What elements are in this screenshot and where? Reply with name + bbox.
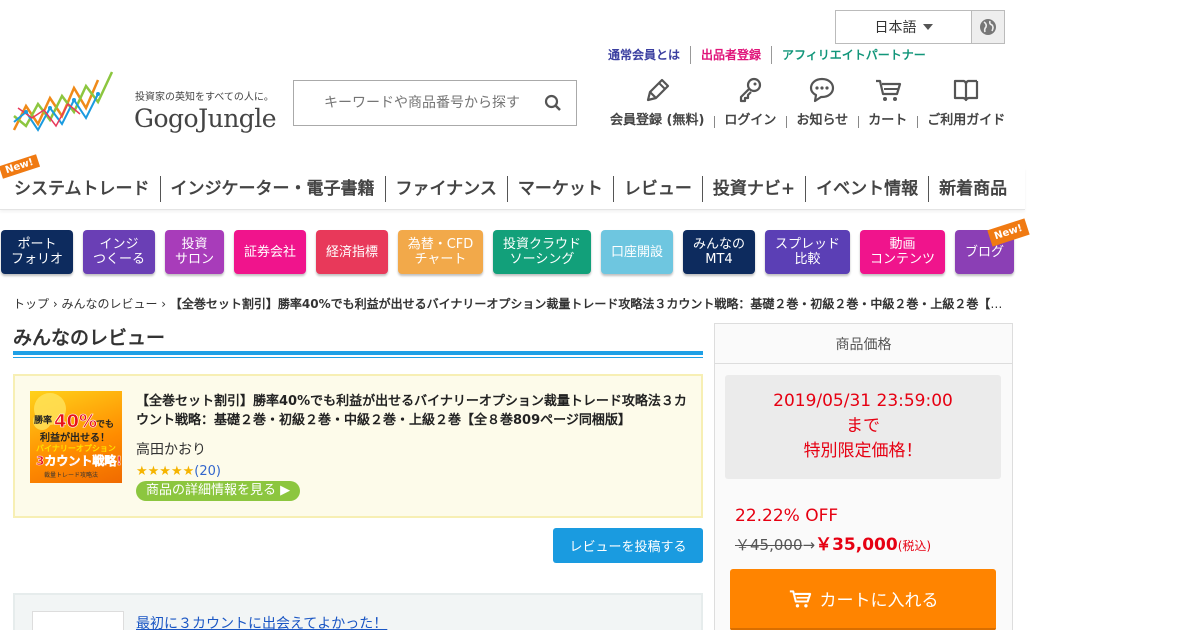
price-line: ￥45,000→￥35,000(税込): [735, 530, 931, 555]
globe-icon[interactable]: [972, 11, 1004, 43]
product-card: 勝率 40% でも 利益が出せる！ バイナリーオプション 3カウント戦略! 裁量…: [13, 374, 703, 518]
cat-open-account[interactable]: 口座開設: [601, 230, 673, 274]
cat-securities[interactable]: 証券会社: [234, 230, 306, 274]
blog-new-badge: New!: [987, 218, 1030, 247]
svg-text:でも: でも: [96, 419, 114, 430]
breadcrumb-reviews[interactable]: みんなのレビュー: [61, 297, 157, 311]
svg-text:勝率: 勝率: [34, 414, 52, 426]
discount-rate: 22.22% OFF: [735, 506, 839, 526]
breadcrumb-top[interactable]: トップ: [13, 297, 49, 311]
nav-finance[interactable]: ファイナンス: [384, 175, 507, 202]
price-arrow: →: [802, 536, 816, 554]
svg-text:3カウント戦略!: 3カウント戦略!: [36, 453, 122, 468]
language-label: 日本語: [874, 20, 917, 36]
rating-stars: ★★★★★: [136, 464, 195, 479]
search-box: [293, 80, 577, 126]
cat-fx-cfd-chart[interactable]: 為替・CFD チャート: [398, 230, 483, 274]
new-price: ￥35,000: [815, 535, 898, 555]
tax-note: (税込): [897, 539, 932, 553]
pencil-icon: [647, 78, 670, 102]
product-thumbnail[interactable]: 勝率 40% でも 利益が出せる！ バイナリーオプション 3カウント戦略! 裁量…: [30, 391, 122, 483]
language-selector[interactable]: 日本語: [835, 10, 1005, 44]
caret-down-icon: [922, 24, 933, 30]
breadcrumb-current: 【全巻セット割引】勝率40%でも利益が出せるバイナリーオプション裁量トレード攻略…: [169, 297, 1013, 311]
search-input[interactable]: [294, 82, 534, 124]
product-details-button[interactable]: 商品の詳細情報を見る ▶: [136, 481, 301, 501]
cat-indi-tool[interactable]: インジ つくーる: [83, 230, 155, 274]
cat-crowdsourcing[interactable]: 投資クラウド ソーシング: [493, 230, 591, 274]
notifications-link[interactable]: お知らせ: [786, 76, 858, 130]
nav-system-trade[interactable]: システムトレード: [0, 176, 160, 202]
page-title: みんなのレビュー: [13, 323, 703, 358]
nav-indicator-ebook[interactable]: インジケーター・電子書籍: [159, 175, 385, 202]
svg-text:40%: 40%: [54, 411, 97, 432]
product-author[interactable]: 高田かおり: [136, 439, 206, 459]
guide-label: ご利用ガイド: [927, 113, 1006, 128]
product-details-label: 商品の詳細情報を見る: [146, 483, 277, 498]
cat-blog[interactable]: ブログ New!: [955, 218, 1030, 274]
nav-invest-navi[interactable]: 投資ナビ+: [701, 175, 805, 202]
breadcrumb: トップ › みんなのレビュー › 【全巻セット割引】勝率40%でも利益が出せるバ…: [13, 295, 1013, 312]
nav-new-products[interactable]: 新着商品: [928, 175, 1017, 202]
utility-nav: 会員登録 (無料) ログイン お知らせ カート ご利用ガイド: [600, 76, 1015, 130]
cart-icon: [875, 79, 901, 101]
review-title[interactable]: 最初に３カウントに出会えてよかった！: [136, 613, 387, 630]
review-count[interactable]: (20): [194, 464, 221, 479]
nav-review[interactable]: レビュー: [612, 175, 702, 202]
key-icon: [740, 77, 762, 103]
svg-text:裁量トレード攻略法: 裁量トレード攻略法: [44, 471, 98, 479]
link-affiliate-partner[interactable]: アフィリエイトパートナー: [771, 46, 936, 64]
add-to-cart-label: カートに入れる: [819, 591, 939, 611]
login-label: ログイン: [724, 113, 777, 128]
review-card: 最初に３カウントに出会えてよかった！: [13, 593, 703, 630]
top-links: 通常会員とは 出品者登録 アフィリエイトパートナー: [600, 46, 936, 64]
site-logo[interactable]: 投資家の英知をすべての人に。 GogoJungle: [12, 68, 277, 138]
cart-icon: [789, 589, 811, 607]
price-box: 商品価格 2019/05/31 23:59:00 まで 特別限定価格！ 22.2…: [714, 323, 1013, 630]
deadline-notice: 2019/05/31 23:59:00 まで 特別限定価格！: [725, 375, 1001, 479]
price-heading: 商品価格: [715, 324, 1012, 364]
nav-events[interactable]: イベント情報: [805, 175, 928, 202]
add-to-cart-button[interactable]: カートに入れる: [730, 569, 996, 630]
notifications-label: お知らせ: [796, 113, 849, 128]
cat-economic-indicators[interactable]: 経済指標: [316, 230, 388, 274]
old-price: ￥45,000: [735, 536, 803, 554]
register-label: 会員登録 (無料): [610, 113, 705, 128]
cat-invest-salon[interactable]: 投資 サロン: [165, 230, 224, 274]
cat-minna-mt4[interactable]: みんなの MT4: [683, 230, 755, 274]
reviewer-avatar: [32, 611, 124, 630]
triangle-right-icon: ▶: [280, 483, 291, 498]
link-seller-register[interactable]: 出品者登録: [690, 46, 771, 64]
product-rating: ★★★★★(20): [136, 464, 221, 479]
svg-text:利益が出せる！: 利益が出せる！: [40, 431, 110, 444]
search-icon[interactable]: [544, 94, 562, 116]
cat-portfolio[interactable]: ポート フォリオ: [1, 230, 73, 274]
login-link[interactable]: ログイン: [714, 76, 786, 130]
language-dropdown[interactable]: 日本語: [836, 11, 972, 43]
logo-tagline: 投資家の英知をすべての人に。: [135, 92, 274, 103]
cart-label: カート: [868, 113, 908, 128]
link-regular-member[interactable]: 通常会員とは: [600, 46, 690, 64]
svg-text:バイナリーオプション: バイナリーオプション: [36, 443, 116, 453]
cat-blog-label: ブログ: [964, 244, 1004, 260]
post-review-button[interactable]: レビューを投稿する: [553, 528, 703, 563]
category-buttons: ポート フォリオ インジ つくーる 投資 サロン 証券会社 経済指標 為替・CF…: [1, 218, 1030, 274]
register-link[interactable]: 会員登録 (無料): [600, 76, 714, 130]
cart-link[interactable]: カート: [858, 76, 917, 130]
logo-name: GogoJungle: [134, 104, 277, 133]
cat-video-content[interactable]: 動画 コンテンツ: [860, 230, 945, 274]
book-icon: [954, 79, 979, 102]
logo-chart-icon: [12, 71, 114, 132]
cat-spread-compare[interactable]: スプレッド 比較: [765, 230, 850, 274]
chat-bubble-icon: [810, 77, 835, 103]
guide-link[interactable]: ご利用ガイド: [917, 76, 1015, 130]
nav-market[interactable]: マーケット: [506, 175, 613, 202]
main-nav: システムトレード インジケーター・電子書籍 ファイナンス マーケット レビュー …: [0, 168, 1025, 210]
product-title[interactable]: 【全巻セット割引】勝率40%でも利益が出せるバイナリーオプション裁量トレード攻略…: [136, 392, 691, 430]
